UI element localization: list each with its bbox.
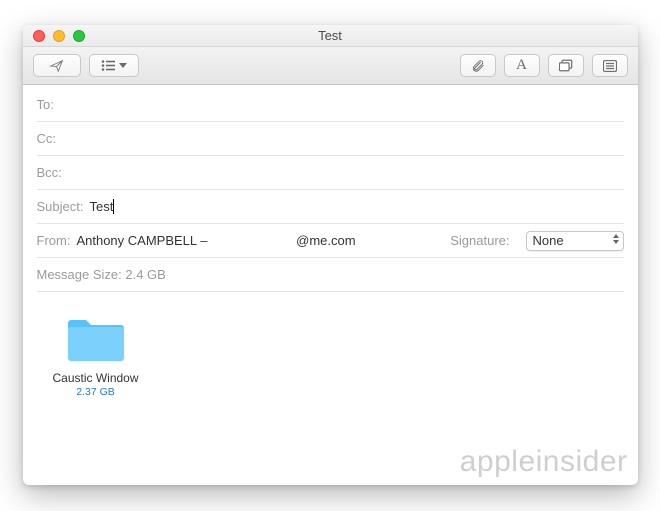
bcc-label: Bcc: [37, 165, 62, 180]
subject-label: Subject: [37, 199, 84, 214]
header-fields: To: Cc: Bcc: Subject: Test From: Anthony… [23, 85, 638, 292]
select-stepper-icon [613, 234, 619, 244]
letter-a-icon: A [516, 57, 527, 74]
to-row: To: [37, 88, 624, 122]
header-fields-menu-button[interactable] [89, 54, 139, 77]
subject-row: Subject: Test [37, 190, 624, 224]
list-icon [101, 60, 115, 71]
toolbar: A [23, 47, 638, 85]
subject-value[interactable]: Test [89, 199, 113, 214]
from-label: From: [37, 233, 71, 248]
format-button[interactable]: A [504, 54, 540, 77]
message-size-text: Message Size: 2.4 GB [37, 267, 166, 282]
signature-select[interactable]: None [526, 231, 624, 251]
paper-plane-icon [48, 59, 65, 73]
window-title: Test [23, 28, 638, 43]
from-name[interactable]: Anthony CAMPBELL – [76, 233, 207, 248]
signature-value: None [533, 233, 564, 248]
markup-button[interactable] [592, 54, 628, 77]
message-size-row: Message Size: 2.4 GB [37, 258, 624, 292]
window-controls [23, 30, 85, 42]
photo-browser-button[interactable] [548, 54, 584, 77]
stacked-panes-icon [559, 59, 573, 72]
paperclip-icon [471, 58, 485, 74]
attach-button[interactable] [460, 54, 496, 77]
cc-row: Cc: [37, 122, 624, 156]
minimize-window-button[interactable] [53, 30, 65, 42]
message-body[interactable]: Caustic Window 2.37 GB appleinsider [23, 292, 638, 485]
attachment[interactable]: Caustic Window 2.37 GB [41, 314, 151, 398]
bcc-row: Bcc: [37, 156, 624, 190]
cc-input[interactable] [62, 131, 624, 146]
signature-group: Signature: None [450, 231, 623, 251]
chevron-down-icon [119, 63, 127, 68]
text-cursor [113, 199, 114, 214]
close-window-button[interactable] [33, 30, 45, 42]
folder-icon [65, 314, 127, 364]
to-label: To: [37, 97, 54, 112]
attachment-size: 2.37 GB [41, 386, 151, 398]
from-row: From: Anthony CAMPBELL – @me.com Signatu… [37, 224, 624, 258]
cc-label: Cc: [37, 131, 57, 146]
bcc-input[interactable] [68, 165, 624, 180]
send-button[interactable] [33, 54, 81, 77]
titlebar: Test [23, 25, 638, 47]
redacted-email-prefix [211, 236, 296, 248]
from-email-suffix: @me.com [296, 233, 355, 248]
watermark: appleinsider [460, 445, 628, 479]
maximize-window-button[interactable] [73, 30, 85, 42]
to-input[interactable] [60, 97, 624, 112]
compose-window: Test A [23, 25, 638, 485]
list-panel-icon [603, 60, 617, 72]
signature-label: Signature: [450, 233, 509, 248]
attachment-name: Caustic Window [41, 371, 151, 385]
